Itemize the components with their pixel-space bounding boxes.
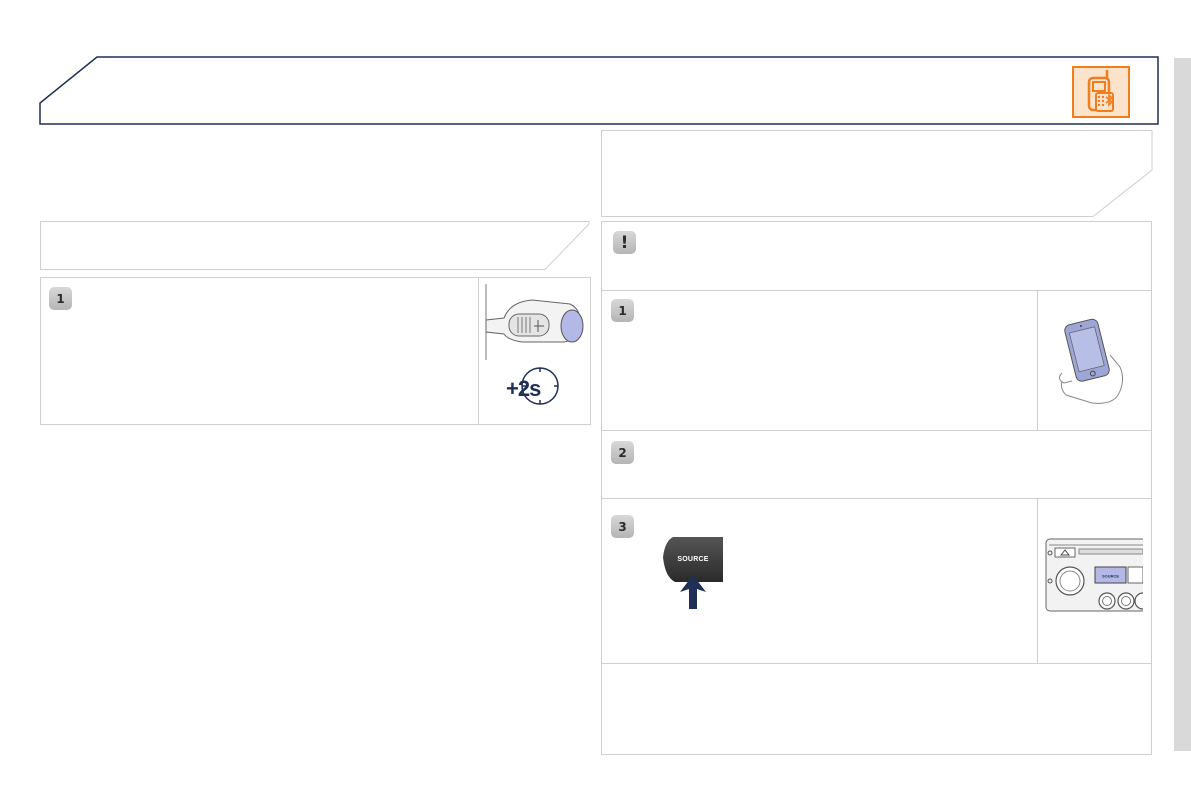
row-divider xyxy=(602,430,1151,431)
row-divider xyxy=(602,498,1151,499)
right-steps-box xyxy=(601,221,1152,755)
smartphone-illustration xyxy=(1052,315,1134,405)
step-badge: 1 xyxy=(611,299,634,322)
image-column-divider xyxy=(1037,291,1038,430)
phone-bluetooth-icon xyxy=(1072,66,1130,118)
source-button-label: SOURCE xyxy=(677,556,709,563)
exclamation-icon: ! xyxy=(613,231,636,254)
row-divider xyxy=(602,663,1151,664)
arrow-up-icon xyxy=(676,575,710,609)
steering-stalk-illustration xyxy=(482,282,587,362)
left-section-header xyxy=(40,221,590,270)
right-section-header xyxy=(601,130,1153,217)
image-column-divider xyxy=(1037,499,1038,663)
svg-text:SOURCE: SOURCE xyxy=(1102,574,1119,579)
page-scrollbar[interactable] xyxy=(1174,58,1191,751)
duration-label: +2s xyxy=(506,376,541,401)
step-badge: 3 xyxy=(611,515,634,538)
left-step-1-divider xyxy=(478,278,479,424)
audio-panel-illustration: SOURCE xyxy=(1045,535,1152,615)
header-tab xyxy=(39,56,1159,125)
step-badge: 2 xyxy=(611,441,634,464)
row-divider xyxy=(602,290,1151,291)
step-badge: 1 xyxy=(49,287,72,310)
